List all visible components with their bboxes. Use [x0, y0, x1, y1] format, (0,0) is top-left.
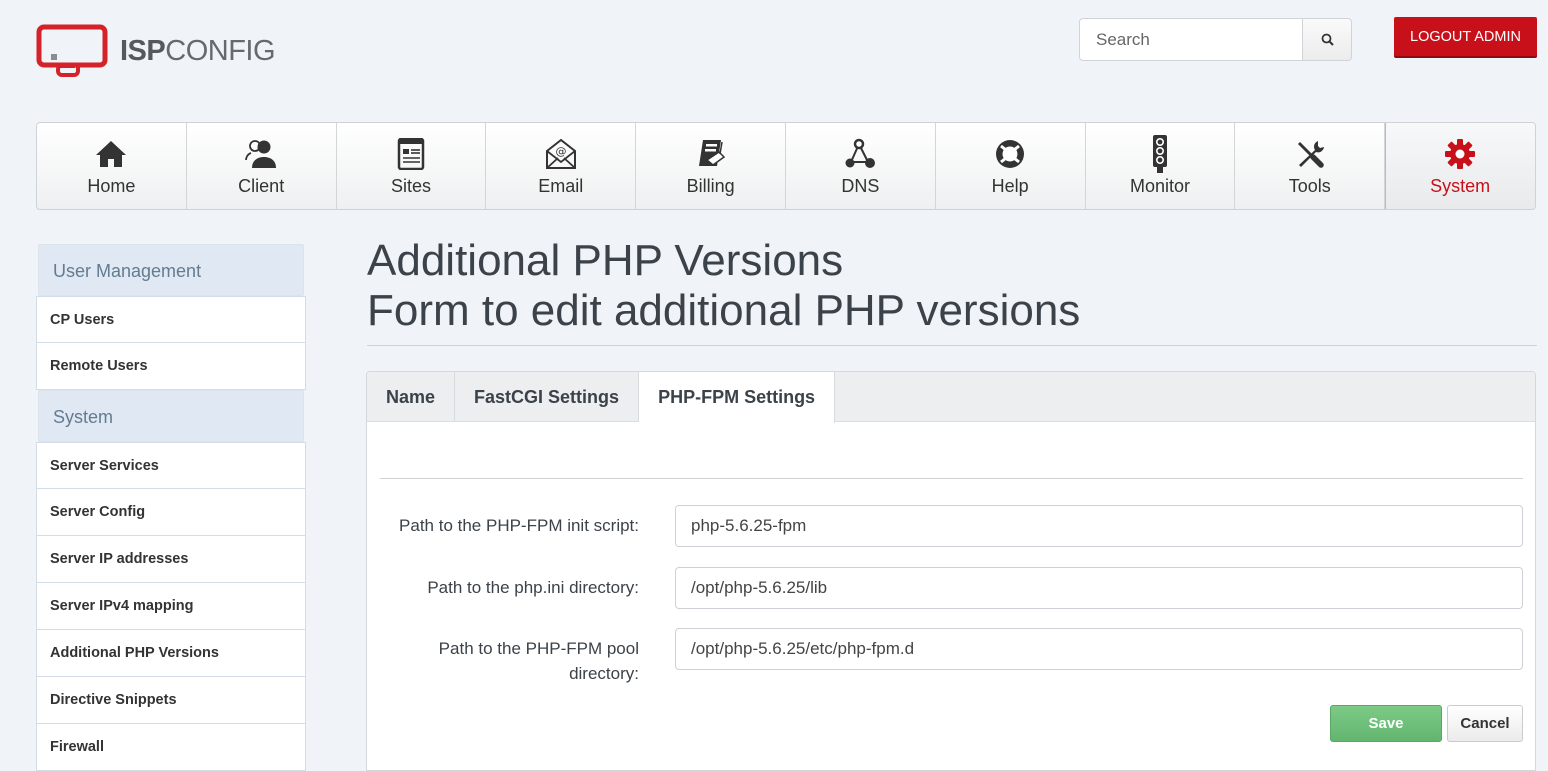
- cancel-button[interactable]: Cancel: [1447, 705, 1523, 742]
- nav-item-monitor[interactable]: Monitor: [1086, 123, 1236, 209]
- search-input[interactable]: [1079, 18, 1302, 61]
- nav-item-dns[interactable]: DNS: [786, 123, 936, 209]
- nav-item-help[interactable]: Help: [936, 123, 1086, 209]
- billing-icon: [698, 140, 725, 166]
- page-title: Additional PHP Versions Form to edit add…: [367, 236, 1080, 336]
- nav-label: Client: [238, 176, 285, 196]
- nav-label: Tools: [1288, 176, 1331, 196]
- sidebar-item-firewall[interactable]: Firewall: [36, 724, 306, 771]
- top-navigation: Home Client Sites @ Email Billing DNS He…: [36, 122, 1536, 210]
- nav-label: Sites: [390, 176, 431, 196]
- nav-item-tools[interactable]: Tools: [1235, 123, 1386, 209]
- svg-text:@: @: [555, 145, 566, 158]
- title-divider: [367, 345, 1537, 346]
- nav-label: Email: [538, 176, 584, 196]
- sidebar-item-additional-php-versions[interactable]: Additional PHP Versions: [36, 630, 306, 677]
- dns-icon: [845, 138, 876, 168]
- form-panel: Name FastCGI Settings PHP-FPM Settings P…: [366, 371, 1536, 771]
- logout-button[interactable]: LOGOUT ADMIN: [1394, 17, 1537, 56]
- sidebar-heading-system: System: [38, 390, 304, 442]
- tab-bar: Name FastCGI Settings PHP-FPM Settings: [367, 372, 1535, 423]
- search-button[interactable]: [1302, 18, 1352, 61]
- logo[interactable]: ISPCONFIG: [36, 24, 276, 78]
- sidebar-item-server-config[interactable]: Server Config: [36, 489, 306, 536]
- php-ini-dir-input[interactable]: [675, 567, 1523, 609]
- nav-label: Billing: [686, 176, 735, 196]
- monitor-icon: [1152, 135, 1167, 173]
- tools-icon: [1297, 141, 1324, 168]
- nav-item-billing[interactable]: Billing: [636, 123, 786, 209]
- sites-icon: [397, 138, 425, 170]
- save-button[interactable]: Save: [1330, 705, 1442, 742]
- sidebar-item-cp-users[interactable]: CP Users: [36, 296, 306, 343]
- sidebar-item-server-ipv4-mapping[interactable]: Server IPv4 mapping: [36, 583, 306, 630]
- sidebar-item-server-ip-addresses[interactable]: Server IP addresses: [36, 536, 306, 583]
- page-title-line1: Additional PHP Versions: [367, 236, 844, 285]
- logo-text: ISPCONFIG: [120, 34, 276, 67]
- email-icon: @: [545, 138, 576, 169]
- php-ini-dir-label: Path to the php.ini directory:: [427, 578, 639, 597]
- client-icon: [245, 140, 277, 168]
- sidebar: User Management CP Users Remote Users Sy…: [36, 244, 306, 771]
- logo-text-bold: ISP: [120, 34, 166, 67]
- form-divider: [380, 478, 1523, 479]
- sidebar-item-server-services[interactable]: Server Services: [36, 442, 306, 489]
- nav-label: Home: [87, 176, 136, 196]
- pool-dir-label-line1: Path to the PHP-FPM pool: [438, 639, 639, 658]
- init-script-input[interactable]: [675, 505, 1523, 547]
- nav-label: Monitor: [1129, 176, 1190, 196]
- nav-item-email[interactable]: @ Email: [486, 123, 637, 209]
- logo-monitor-icon: [36, 24, 108, 77]
- search-icon: [1321, 33, 1334, 46]
- pool-dir-label: Path to the PHP-FPM pool directory:: [339, 636, 639, 686]
- sidebar-item-remote-users[interactable]: Remote Users: [36, 343, 306, 390]
- tab-name[interactable]: Name: [367, 372, 456, 422]
- gear-icon: [1445, 139, 1476, 169]
- page-title-line2: Form to edit additional PHP versions: [367, 286, 1081, 335]
- init-script-label: Path to the PHP-FPM init script:: [399, 516, 639, 535]
- nav-item-system[interactable]: System: [1385, 123, 1535, 209]
- nav-label: Help: [991, 176, 1029, 196]
- sidebar-heading-user-management: User Management: [38, 244, 304, 296]
- nav-item-home[interactable]: Home: [37, 123, 187, 209]
- nav-label: System: [1430, 176, 1491, 196]
- nav-item-sites[interactable]: Sites: [337, 123, 487, 209]
- nav-item-client[interactable]: Client: [187, 123, 337, 209]
- help-icon: [996, 140, 1025, 168]
- home-icon: [96, 141, 127, 167]
- tab-php-fpm-settings[interactable]: PHP-FPM Settings: [639, 372, 836, 423]
- sidebar-item-directive-snippets[interactable]: Directive Snippets: [36, 677, 306, 724]
- tab-fastcgi-settings[interactable]: FastCGI Settings: [455, 372, 640, 422]
- pool-dir-label-line2: directory:: [569, 664, 639, 683]
- search-group: [1079, 18, 1352, 61]
- logo-text-thin: CONFIG: [165, 34, 276, 67]
- pool-dir-input[interactable]: [675, 628, 1523, 670]
- nav-label: DNS: [841, 176, 880, 196]
